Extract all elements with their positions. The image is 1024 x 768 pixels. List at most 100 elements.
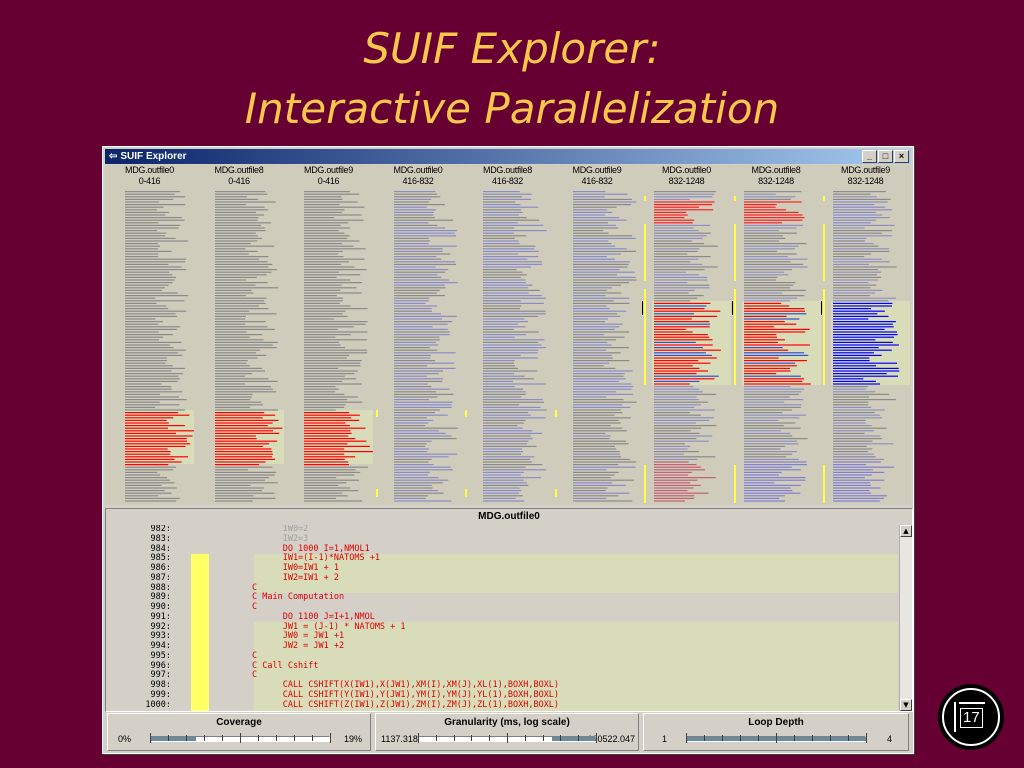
coverage-min: 0% xyxy=(118,734,132,744)
code-line[interactable]: 987: IW2=IW1 + 2 xyxy=(106,572,898,584)
loop-stripes xyxy=(821,191,910,503)
file-column[interactable]: MDG.outfile0 832-1248 xyxy=(642,165,731,505)
line-code: C Call Cshift xyxy=(252,660,319,671)
loop-stripes xyxy=(554,191,637,502)
coverage-max: 19% xyxy=(343,734,362,744)
window-titlebar[interactable]: ⇦ SUIF Explorer _ □ × xyxy=(105,149,911,164)
file-column[interactable]: MDG.outfile8 416-832 xyxy=(463,165,552,505)
loop-depth-min: 1 xyxy=(662,734,668,744)
granularity-label: Granularity (ms, log scale) xyxy=(444,717,570,728)
code-line[interactable]: 991: DO 1100 J=I+1,NMOL xyxy=(106,611,898,623)
column-range: 0-416 xyxy=(138,176,161,186)
column-file-name: MDG.outfile0 xyxy=(393,165,443,175)
column-file-name: MDG.outfile9 xyxy=(841,165,890,175)
line-number: 995: xyxy=(150,650,171,661)
coverage-marker xyxy=(465,489,467,497)
file-column[interactable]: MDG.outfile9 0-416 xyxy=(284,165,373,505)
coverage-marker xyxy=(823,465,825,503)
line-number: 983: xyxy=(150,533,171,544)
code-line[interactable]: 1000: CALL CSHIFT(Z(IW1),Z(JW1),ZM(I),ZM… xyxy=(106,699,898,711)
code-line[interactable]: 984: DO 1000 I=1,NMOL1 xyxy=(106,544,898,555)
line-code: CALL CSHIFT(Y(IW1),Y(JW1),YM(I),YM(J),YL… xyxy=(252,689,560,700)
minimize-button[interactable]: _ xyxy=(862,150,877,163)
column-header: MDG.outfile9 0-416 xyxy=(284,165,373,187)
coverage-marker xyxy=(644,465,646,503)
coverage-marker xyxy=(375,489,378,497)
maximize-button[interactable]: □ xyxy=(878,150,893,163)
coverage-marker xyxy=(823,196,825,201)
suif-explorer-window: ⇦ SUIF Explorer _ □ × MDG.outfile0 0-416 MD… xyxy=(102,146,914,754)
column-file-name: MDG.outfile8 xyxy=(483,165,532,175)
file-column[interactable]: MDG.outfile8 832-1248 xyxy=(731,165,821,505)
code-listing[interactable]: 982: IW0=2 983: IW2=3 984: DO 1000 I=1,NMO… xyxy=(106,525,898,711)
line-number: 999: xyxy=(150,689,171,700)
code-line[interactable]: 995: C xyxy=(106,650,898,662)
code-scrollbar[interactable]: ▲ ▼ xyxy=(899,525,912,711)
line-code: C xyxy=(252,650,258,661)
coverage-label: Coverage xyxy=(216,717,262,728)
line-code: DO 1100 J=I+1,NMOL xyxy=(252,611,375,622)
code-line[interactable]: 982: IW0=2 xyxy=(106,525,898,535)
file-column[interactable]: MDG.outfile9 416-832 xyxy=(553,165,642,505)
file-column[interactable]: MDG.outfile9 832-1248 xyxy=(821,165,910,505)
app-icon: ⇦ xyxy=(109,151,118,162)
code-line[interactable]: 985: IW1=(I-1)*NATOMS +1 xyxy=(106,554,898,564)
column-range: 0-416 xyxy=(228,176,250,186)
code-line[interactable]: 988: C xyxy=(106,583,898,594)
code-line[interactable]: 983: IW2=3 xyxy=(106,533,898,545)
loop-depth-label: Loop Depth xyxy=(748,717,804,728)
code-line[interactable]: 989: C Main Computation xyxy=(106,593,898,603)
loop-stripes xyxy=(642,191,731,503)
file-column[interactable]: MDG.outfile0 416-832 xyxy=(374,165,463,505)
column-range: 416-832 xyxy=(492,176,523,186)
loop-depth-max: 4 xyxy=(886,734,892,744)
file-column[interactable]: MDG.outfile0 0-416 xyxy=(105,165,194,505)
granularity-ticks xyxy=(418,733,597,743)
column-header: MDG.outfile0 0-416 xyxy=(105,165,194,187)
column-header: MDG.outfile9 832-1248 xyxy=(821,165,910,187)
page-number: 17 xyxy=(960,708,983,728)
column-range: 832-1248 xyxy=(847,176,884,186)
file-column[interactable]: MDG.outfile8 0-416 xyxy=(195,165,284,505)
line-code: CALL CSHIFT(Z(IW1),Z(JW1),ZM(I),ZM(J),ZL… xyxy=(252,699,560,710)
loop-visualization: MDG.outfile0 0-416 MDG.outfile8 0-416 MDG.ou… xyxy=(105,165,911,505)
code-line[interactable]: 999: CALL CSHIFT(Y(IW1),Y(JW1),YM(I),YM(… xyxy=(106,689,898,701)
column-file-name: MDG.outfile8 xyxy=(751,165,801,175)
code-line[interactable]: 986: IW0=IW1 + 1 xyxy=(106,563,898,574)
column-header: MDG.outfile8 832-1248 xyxy=(732,165,821,187)
coverage-marker xyxy=(823,224,825,281)
column-header: MDG.outfile0 832-1248 xyxy=(642,165,731,187)
code-file-title: MDG.outfile0 xyxy=(478,511,540,522)
coverage-panel: Coverage 0% 19% xyxy=(107,713,371,751)
column-header: MDG.outfile8 0-416 xyxy=(195,165,284,187)
loop-stripes xyxy=(214,191,284,502)
code-line[interactable]: 996: C Call Cshift xyxy=(106,660,898,672)
slide-title: SUIF Explorer: xyxy=(363,24,661,73)
line-number: 987: xyxy=(150,572,171,583)
loop-stripes xyxy=(304,191,373,502)
code-line[interactable]: 993: JW0 = JW1 +1 xyxy=(106,632,898,642)
coverage-marker xyxy=(733,196,736,201)
code-line[interactable]: 990: C xyxy=(106,602,898,613)
code-line[interactable]: 994: JW2 = JW1 +2 xyxy=(106,641,898,652)
loop-stripes xyxy=(731,191,821,503)
column-range: 832-1248 xyxy=(758,176,794,186)
line-code: C Main Computation xyxy=(252,592,345,603)
line-code: IW2=3 xyxy=(252,533,309,544)
column-file-name: MDG.outfile0 xyxy=(662,165,711,175)
loop-depth-ticks xyxy=(686,733,867,743)
column-file-name: MDG.outfile0 xyxy=(125,165,174,175)
loop-stripes xyxy=(465,191,547,502)
code-line[interactable]: 992: JW1 = (J-1) * NATOMS + 1 xyxy=(106,622,898,633)
column-file-name: MDG.outfile9 xyxy=(304,165,353,175)
loop-stripes xyxy=(125,191,194,502)
coverage-marker xyxy=(644,289,646,385)
scroll-up-icon[interactable]: ▲ xyxy=(900,525,912,537)
coverage-marker xyxy=(733,465,736,503)
column-header: MDG.outfile0 416-832 xyxy=(374,165,463,187)
close-button[interactable]: × xyxy=(894,150,909,163)
coverage-marker xyxy=(465,410,467,417)
coverage-marker xyxy=(823,289,825,385)
scroll-down-icon[interactable]: ▼ xyxy=(900,699,912,711)
coverage-marker xyxy=(375,410,378,417)
